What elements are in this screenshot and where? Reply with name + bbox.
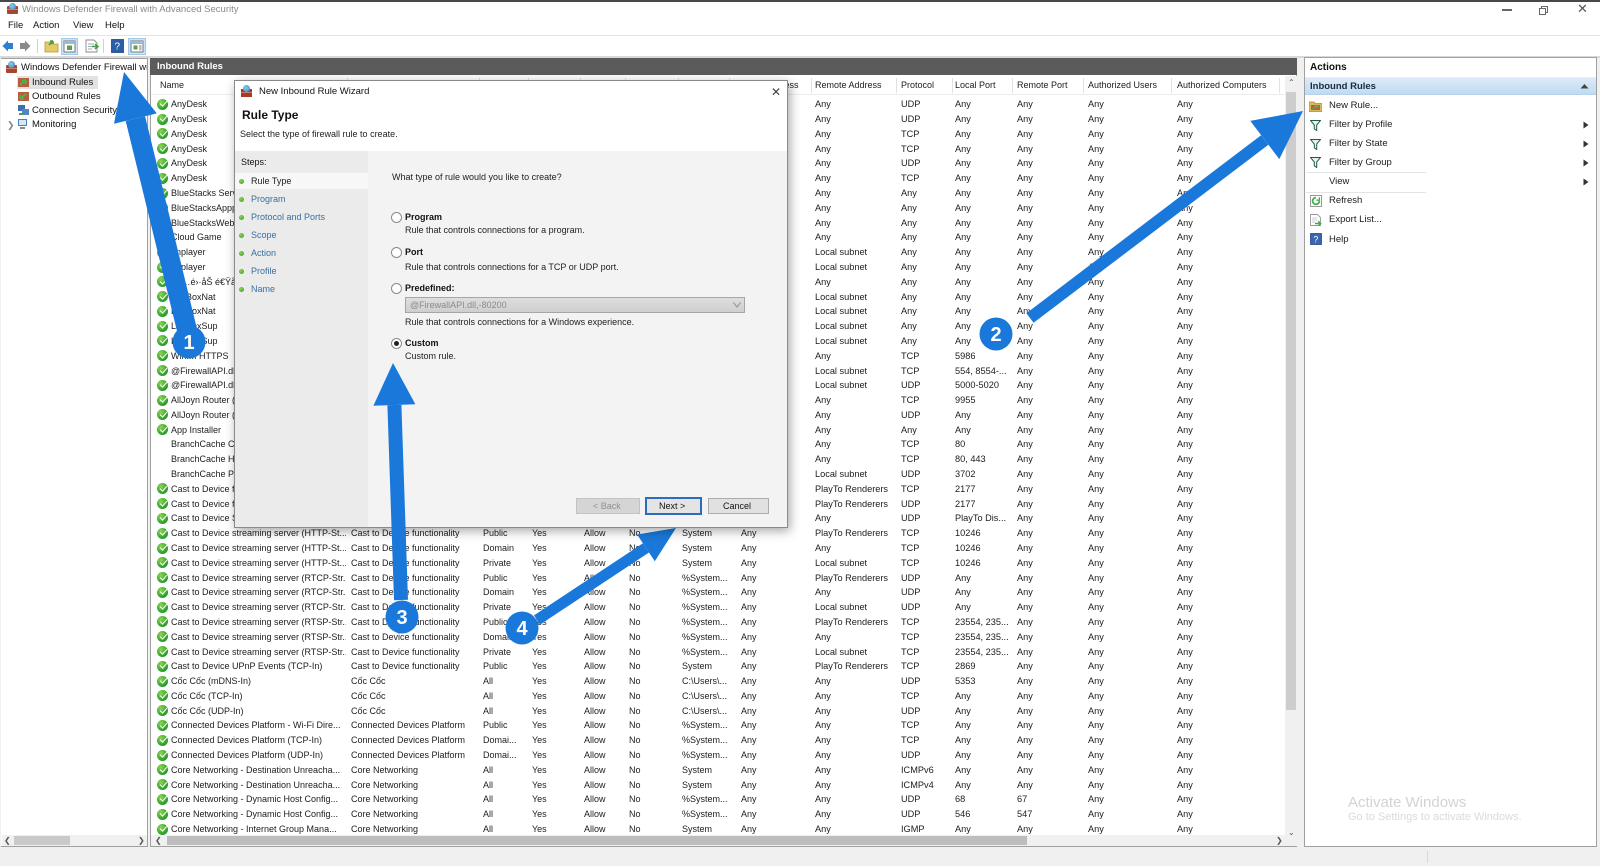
svg-text:2: 2 [990,324,1001,346]
svg-text:3: 3 [396,607,407,629]
svg-text:4: 4 [516,618,528,640]
svg-text:1: 1 [183,332,194,354]
